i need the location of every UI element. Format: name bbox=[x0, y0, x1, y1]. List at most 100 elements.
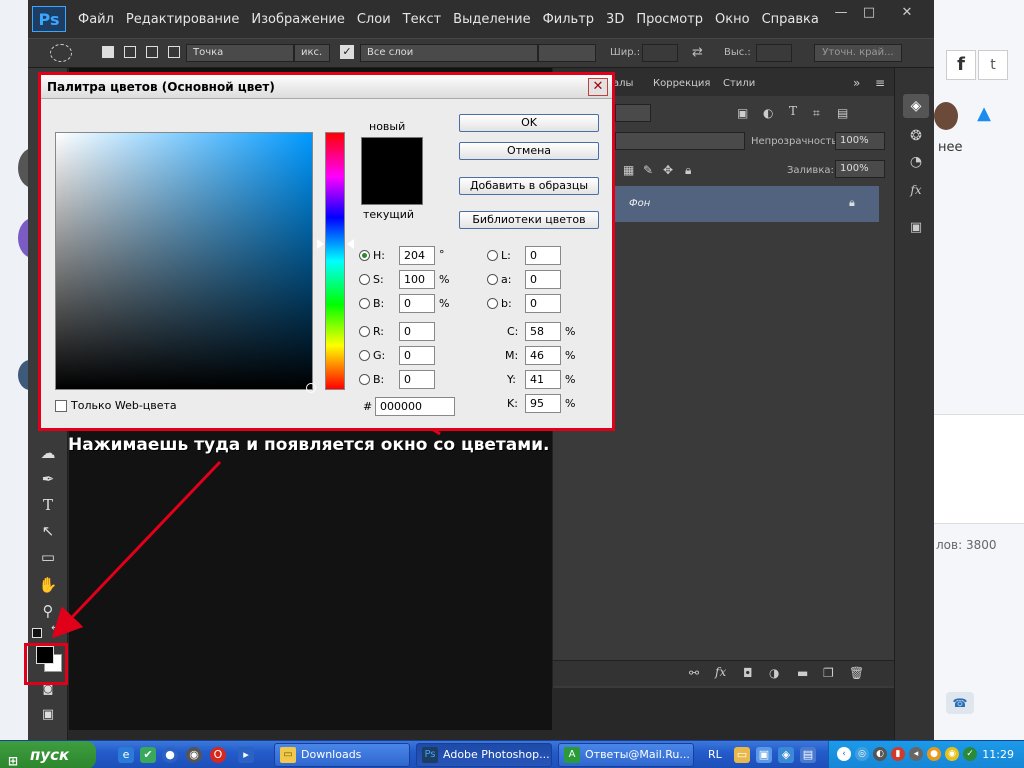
new-selection-icon[interactable] bbox=[102, 46, 114, 58]
add-to-swatches-button[interactable]: Добавить в образцы bbox=[459, 177, 599, 195]
language-indicator[interactable]: RL bbox=[708, 748, 722, 761]
r-field[interactable]: 0 bbox=[399, 322, 435, 341]
path-select-icon[interactable]: ↖ bbox=[36, 520, 60, 542]
task-photoshop[interactable]: Ps Adobe Photoshop... bbox=[416, 743, 552, 767]
channels-dock-icon[interactable]: ❂ bbox=[903, 124, 929, 148]
hue-slider[interactable] bbox=[325, 132, 345, 390]
color-field-cursor[interactable] bbox=[306, 383, 316, 393]
filter-pixel-icon[interactable]: ▣ bbox=[737, 106, 748, 120]
foreground-color-swatch[interactable] bbox=[36, 646, 54, 664]
browser-icon[interactable]: ◉ bbox=[186, 747, 202, 763]
hue-arrow-right-icon[interactable] bbox=[347, 239, 354, 249]
tab-styles[interactable]: Стили bbox=[723, 78, 755, 89]
lasso-icon[interactable]: ☁ bbox=[36, 442, 60, 464]
radio-s[interactable] bbox=[359, 274, 370, 285]
quicklaunch-icon[interactable]: ✔ bbox=[140, 747, 156, 763]
styles-dock-icon[interactable]: fx bbox=[903, 178, 929, 202]
cancel-button[interactable]: Отмена bbox=[459, 142, 599, 160]
color-field[interactable] bbox=[55, 132, 316, 393]
web-only-checkbox[interactable] bbox=[55, 400, 67, 412]
color-libraries-button[interactable]: Библиотеки цветов bbox=[459, 211, 599, 229]
adjustment-layer-icon[interactable]: ◑ bbox=[769, 666, 779, 680]
rectangle-icon[interactable]: ▭ bbox=[36, 546, 60, 568]
filter-kind-select[interactable] bbox=[615, 104, 651, 122]
swap-icon[interactable]: ⇄ bbox=[692, 45, 703, 60]
check-icon[interactable]: ✓ bbox=[340, 45, 354, 59]
menu-filter[interactable]: Фильтр bbox=[543, 12, 594, 27]
intersect-selection-icon[interactable] bbox=[168, 46, 180, 58]
filter-smart-icon[interactable]: ▤ bbox=[837, 106, 848, 120]
menu-edit[interactable]: Редактирование bbox=[126, 12, 239, 27]
layers-dock-icon[interactable]: ◈ bbox=[903, 94, 929, 118]
close-window-button[interactable]: ✕ bbox=[894, 4, 920, 22]
menu-image[interactable]: Изображение bbox=[251, 12, 344, 27]
pen-icon[interactable]: ✒ bbox=[36, 468, 60, 490]
twitter-icon[interactable]: t bbox=[978, 50, 1008, 80]
shape-select[interactable]: Точка bbox=[186, 44, 294, 62]
ok-button[interactable]: OK bbox=[459, 114, 599, 132]
menu-view[interactable]: Просмотр bbox=[636, 12, 703, 27]
g-field[interactable]: 0 bbox=[399, 346, 435, 365]
pixel-field[interactable]: икс. bbox=[294, 44, 330, 62]
desktop-icon[interactable]: ▸ bbox=[238, 747, 254, 763]
new-layer-icon[interactable]: ❐ bbox=[823, 666, 834, 680]
filter-type-icon[interactable]: T bbox=[789, 104, 797, 118]
link-layers-icon[interactable]: ⚯ bbox=[689, 666, 699, 680]
new-group-icon[interactable]: ▬ bbox=[797, 666, 808, 680]
y-field[interactable]: 41 bbox=[525, 370, 561, 389]
radio-l[interactable] bbox=[487, 250, 498, 261]
panel-collapse-icon[interactable]: » bbox=[853, 76, 860, 90]
tray-folder-icon[interactable]: ▭ bbox=[734, 747, 750, 763]
minimize-button[interactable]: — bbox=[828, 4, 854, 22]
tray-icon[interactable]: ▮ bbox=[891, 747, 905, 761]
c-field[interactable]: 58 bbox=[525, 322, 561, 341]
tray-icon[interactable]: ● bbox=[927, 747, 941, 761]
panel-menu-icon[interactable]: ≡ bbox=[875, 76, 885, 90]
tray-monitor-icon[interactable]: ▤ bbox=[800, 747, 816, 763]
filter-adjust-icon[interactable]: ◐ bbox=[763, 106, 773, 120]
close-icon[interactable]: ✕ bbox=[588, 78, 608, 96]
refine-edge-button[interactable]: Уточн. край... bbox=[814, 44, 902, 62]
lock-move-icon[interactable]: ✥ bbox=[663, 163, 673, 177]
width-field[interactable] bbox=[642, 44, 678, 62]
menu-window[interactable]: Окно bbox=[715, 12, 750, 27]
ellipse-marquee-icon[interactable] bbox=[50, 44, 72, 62]
tray-icon[interactable]: ◎ bbox=[855, 747, 869, 761]
tab-adjustments[interactable]: Коррекция bbox=[653, 78, 710, 89]
ie-icon[interactable]: e bbox=[118, 747, 134, 763]
zoom-icon[interactable]: ⚲ bbox=[36, 600, 60, 622]
tray-icon[interactable]: ✓ bbox=[963, 747, 977, 761]
menu-text[interactable]: Текст bbox=[403, 12, 442, 27]
type-tool-icon[interactable]: T bbox=[36, 494, 60, 516]
default-colors-icon[interactable] bbox=[32, 628, 42, 638]
task-browser[interactable]: A Ответы@Mail.Ru... bbox=[558, 743, 694, 767]
opacity-field[interactable]: 100% bbox=[835, 132, 885, 150]
tray-arrow-icon[interactable]: ‹ bbox=[837, 747, 851, 761]
layers-select[interactable]: Все слои bbox=[360, 44, 538, 62]
add-selection-icon[interactable] bbox=[124, 46, 136, 58]
tray-icon[interactable]: ◐ bbox=[873, 747, 887, 761]
swap-colors-icon[interactable]: ↰ bbox=[50, 625, 58, 636]
facebook-icon[interactable]: f bbox=[946, 50, 976, 80]
add-mask-icon[interactable]: ◘ bbox=[743, 666, 753, 680]
tray-net-icon[interactable]: ◈ bbox=[778, 747, 794, 763]
a-field[interactable]: 0 bbox=[525, 270, 561, 289]
b-field[interactable]: 0 bbox=[399, 294, 435, 313]
filter-shape-icon[interactable]: ⌗ bbox=[813, 106, 820, 121]
maximize-button[interactable]: □ bbox=[856, 4, 882, 22]
fill-field[interactable]: 100% bbox=[835, 160, 885, 178]
bell-icon[interactable]: ▲ bbox=[970, 100, 998, 128]
opera-icon[interactable]: O bbox=[210, 747, 226, 763]
tab-channels[interactable]: алы bbox=[613, 78, 633, 89]
layer-row[interactable]: Фон 🔒︎ bbox=[613, 186, 879, 222]
radio-r[interactable] bbox=[359, 326, 370, 337]
radio-b[interactable] bbox=[359, 298, 370, 309]
radio-g[interactable] bbox=[359, 350, 370, 361]
tray-icon[interactable]: ◉ bbox=[945, 747, 959, 761]
menu-file[interactable]: Файл bbox=[78, 12, 114, 27]
s-field[interactable]: 100 bbox=[399, 270, 435, 289]
properties-dock-icon[interactable]: ▣ bbox=[903, 216, 929, 240]
volume-icon[interactable]: ◂ bbox=[909, 747, 923, 761]
lock-all-icon[interactable]: 🔒︎ bbox=[685, 163, 691, 178]
rgb-b-field[interactable]: 0 bbox=[399, 370, 435, 389]
